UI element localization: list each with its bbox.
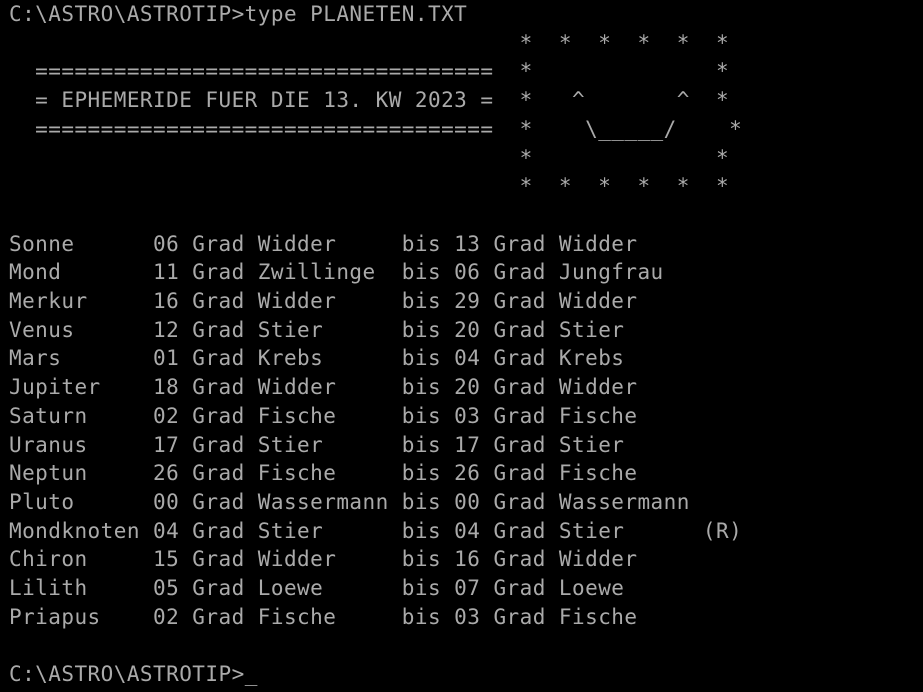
table-row: Lilith 05 Grad Loewe bis 07 Grad Loewe bbox=[9, 576, 703, 601]
table-row: Merkur 16 Grad Widder bis 29 Grad Widder bbox=[9, 289, 703, 314]
final-prompt-line[interactable]: C:\ASTRO\ASTROTIP>_ bbox=[9, 660, 923, 689]
cursor: _ bbox=[244, 662, 258, 687]
dos-terminal-screen[interactable]: C:\ASTRO\ASTROTIP>type PLANETEN.TXT ====… bbox=[0, 0, 923, 692]
table-row: Pluto 00 Grad Wassermann bis 00 Grad Was… bbox=[9, 489, 703, 514]
prompt-text: C:\ASTRO\ASTROTIP> bbox=[9, 662, 245, 687]
ephemeris-table: Sonne 06 Grad Widder bis 13 Grad Widder … bbox=[9, 230, 923, 632]
table-row: Neptun 26 Grad Fische bis 26 Grad Fische bbox=[9, 461, 703, 486]
table-row: Priapus 02 Grad Fische bis 03 Grad Fisch… bbox=[9, 604, 703, 629]
table-row: Mond 11 Grad Zwillinge bis 06 Grad Jungf… bbox=[9, 260, 703, 285]
command-line: C:\ASTRO\ASTROTIP>type PLANETEN.TXT bbox=[9, 2, 468, 26]
table-row: Mondknoten 04 Grad Stier bis 04 Grad Sti… bbox=[9, 518, 743, 543]
spacer-line-5 bbox=[9, 631, 923, 660]
table-row: Venus 12 Grad Stier bis 20 Grad Stier bbox=[9, 317, 703, 342]
table-row: Sonne 06 Grad Widder bis 13 Grad Widder bbox=[9, 231, 703, 256]
ascii-art-smiley: * * * * * * * * * ^ ^ * * \_____/ * * * … bbox=[519, 30, 743, 199]
table-row: Jupiter 18 Grad Widder bis 20 Grad Widde… bbox=[9, 375, 703, 400]
spacer-line-4 bbox=[9, 201, 923, 230]
table-row: Mars 01 Grad Krebs bis 04 Grad Krebs bbox=[9, 346, 703, 371]
table-row: Uranus 17 Grad Stier bis 17 Grad Stier bbox=[9, 432, 703, 457]
table-row: Saturn 02 Grad Fische bis 03 Grad Fische bbox=[9, 403, 703, 428]
table-row: Chiron 15 Grad Widder bis 16 Grad Widder bbox=[9, 547, 703, 572]
